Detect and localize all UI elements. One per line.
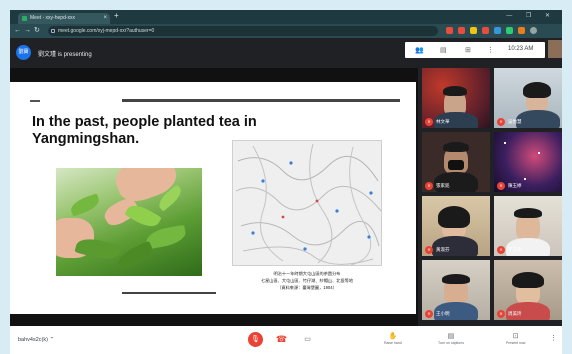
map-caption: 明治十一年時期大屯山區的茶園分布 七星山區、大屯山區、竹仔湖、紗帽山、北投等地 … xyxy=(232,270,382,291)
presenting-status: 劉文瑾 is presenting xyxy=(38,52,92,58)
raise-hand-button[interactable]: ✋ Raise hand xyxy=(384,332,402,345)
reload-icon[interactable]: ↻ xyxy=(34,27,43,34)
extension-icons xyxy=(446,27,537,34)
meet-favicon-icon xyxy=(22,16,27,21)
meeting-code-text: bahv4s2c(k) xyxy=(18,337,48,343)
browser-tab[interactable]: Meet - xxy-hepd-xxx × xyxy=(18,13,110,24)
meet-top-controls: 👥 ▤ ⊞ ⋮ 10:23 AM xyxy=(405,42,545,58)
extension-icon[interactable] xyxy=(518,27,525,34)
muted-mic-icon: ✕ xyxy=(497,246,505,254)
muted-mic-icon: ✕ xyxy=(425,246,433,254)
participant-name: 吳怡慧 xyxy=(508,119,522,124)
meet-header: 劉寶 劉文瑾 is presenting 👥 ▤ ⊞ ⋮ 10:23 AM xyxy=(10,38,562,68)
participant-name: 周美玲 xyxy=(508,311,522,316)
participant-tile[interactable]: ✕ 吳怡慧 xyxy=(494,68,562,128)
extension-icon[interactable] xyxy=(506,27,513,34)
end-call-icon: ☎ xyxy=(275,334,288,344)
browser-tab-strip: Meet - xxy-hepd-xxx × + — ❐ ✕ xyxy=(10,10,562,24)
tab-title: Meet - xxy-hepd-xxx xyxy=(30,15,76,21)
present-label: Present now xyxy=(506,341,526,345)
participant-name: 林文華 xyxy=(436,119,450,124)
screen: Meet - xxy-hepd-xxx × + — ❐ ✕ ←→↻ meet.g… xyxy=(10,10,562,354)
forward-icon[interactable]: → xyxy=(24,27,34,34)
clock-time: 10:23 AM xyxy=(508,46,534,52)
muted-mic-icon: ✕ xyxy=(497,118,505,126)
captions-button[interactable]: ▤ Turn on captions xyxy=(438,332,464,345)
camera-toggle-button[interactable]: ▭ xyxy=(300,332,315,347)
present-icon: ⊡ xyxy=(512,333,519,340)
leave-call-button[interactable]: ☎ xyxy=(274,332,289,347)
more-options-icon[interactable]: ⋮ xyxy=(487,46,494,54)
presenter-avatar: 劉寶 xyxy=(16,45,31,60)
participant-tile[interactable]: ✕ 陳玉婷 xyxy=(494,132,562,192)
mic-off-icon: 🎙 xyxy=(251,336,260,343)
participant-name: 李志明 xyxy=(508,247,522,252)
participant-tile[interactable]: ✕ 李志明 xyxy=(494,196,562,256)
activities-icon[interactable]: ⊞ xyxy=(465,46,471,54)
map-caption-line: 七星山區、大屯山區、竹仔湖、紗帽山、北投等地 xyxy=(260,278,354,283)
back-icon[interactable]: ← xyxy=(14,27,24,34)
extension-icon[interactable] xyxy=(470,27,477,34)
new-tab-button[interactable]: + xyxy=(114,11,119,20)
captions-icon: ▤ xyxy=(447,333,455,340)
tab-close-icon[interactable]: × xyxy=(103,13,107,24)
lock-icon xyxy=(51,29,55,33)
muted-mic-icon: ✕ xyxy=(425,182,433,190)
nav-buttons[interactable]: ←→↻ xyxy=(14,26,43,34)
participant-name: 張家銘 xyxy=(436,183,450,188)
captions-label: Turn on captions xyxy=(438,341,464,345)
participant-tile[interactable]: ✕ 周美玲 xyxy=(494,260,562,320)
muted-mic-icon: ✕ xyxy=(425,118,433,126)
historical-map-image xyxy=(232,140,382,266)
map-caption-line: 明治十一年時期大屯山區的茶園分布 xyxy=(273,271,341,276)
slide-rule xyxy=(122,99,400,102)
extension-icon[interactable] xyxy=(482,27,489,34)
more-options-button[interactable]: ⋮ xyxy=(550,334,557,342)
extension-icon[interactable] xyxy=(446,27,453,34)
participant-tile[interactable]: ✕ 黃淑芬 xyxy=(422,196,490,256)
browser-toolbar: ←→↻ meet.google.com/xyj-mepd-xxr?authuse… xyxy=(10,24,562,38)
participant-name: 王小明 xyxy=(436,311,450,316)
meeting-code[interactable]: bahv4s2c(k) ⌃ xyxy=(18,337,54,343)
muted-mic-icon: ✕ xyxy=(425,310,433,318)
muted-mic-icon: ✕ xyxy=(497,182,505,190)
chat-icon[interactable]: ▤ xyxy=(440,46,447,54)
participant-name: 陳玉婷 xyxy=(508,183,522,188)
window-controls[interactable]: — ❐ ✕ xyxy=(506,12,556,19)
participant-tile[interactable]: ✕ 張家銘 xyxy=(422,132,490,192)
slide-rule xyxy=(122,292,216,294)
participant-name: 黃淑芬 xyxy=(436,247,450,252)
profile-avatar-icon[interactable] xyxy=(530,27,537,34)
raise-hand-label: Raise hand xyxy=(384,341,402,345)
meet-bottom-bar: bahv4s2c(k) ⌃ 🎙 ☎ ▭ ✋ Raise hand ▤ Turn … xyxy=(10,326,562,354)
participant-tile[interactable]: ✕ 王小明 xyxy=(422,260,490,320)
people-icon[interactable]: 👥 xyxy=(415,46,424,54)
present-button[interactable]: ⊡ Present now xyxy=(506,332,525,345)
participant-tile[interactable]: ✕ 林文華 xyxy=(422,68,490,128)
more-vert-icon: ⋮ xyxy=(550,335,557,342)
mic-toggle-button[interactable]: 🎙 xyxy=(248,332,263,347)
camera-icon: ▭ xyxy=(304,336,311,343)
extension-icon[interactable] xyxy=(494,27,501,34)
address-bar[interactable]: meet.google.com/xyj-mepd-xxr?authuser=0 xyxy=(48,26,438,36)
address-url: meet.google.com/xyj-mepd-xxr?authuser=0 xyxy=(58,28,155,34)
tea-plant-photo xyxy=(56,168,202,276)
map-caption-line: （資料來源：臺灣堡圖，1904） xyxy=(277,285,337,290)
self-view-thumbnail[interactable] xyxy=(548,40,562,58)
slide-rule xyxy=(30,100,40,102)
extension-icon[interactable] xyxy=(458,27,465,34)
hand-icon: ✋ xyxy=(388,333,398,340)
chevron-up-icon: ⌃ xyxy=(49,337,55,343)
shared-slide: In the past, people planted tea in Yangm… xyxy=(10,82,416,314)
muted-mic-icon: ✕ xyxy=(497,310,505,318)
